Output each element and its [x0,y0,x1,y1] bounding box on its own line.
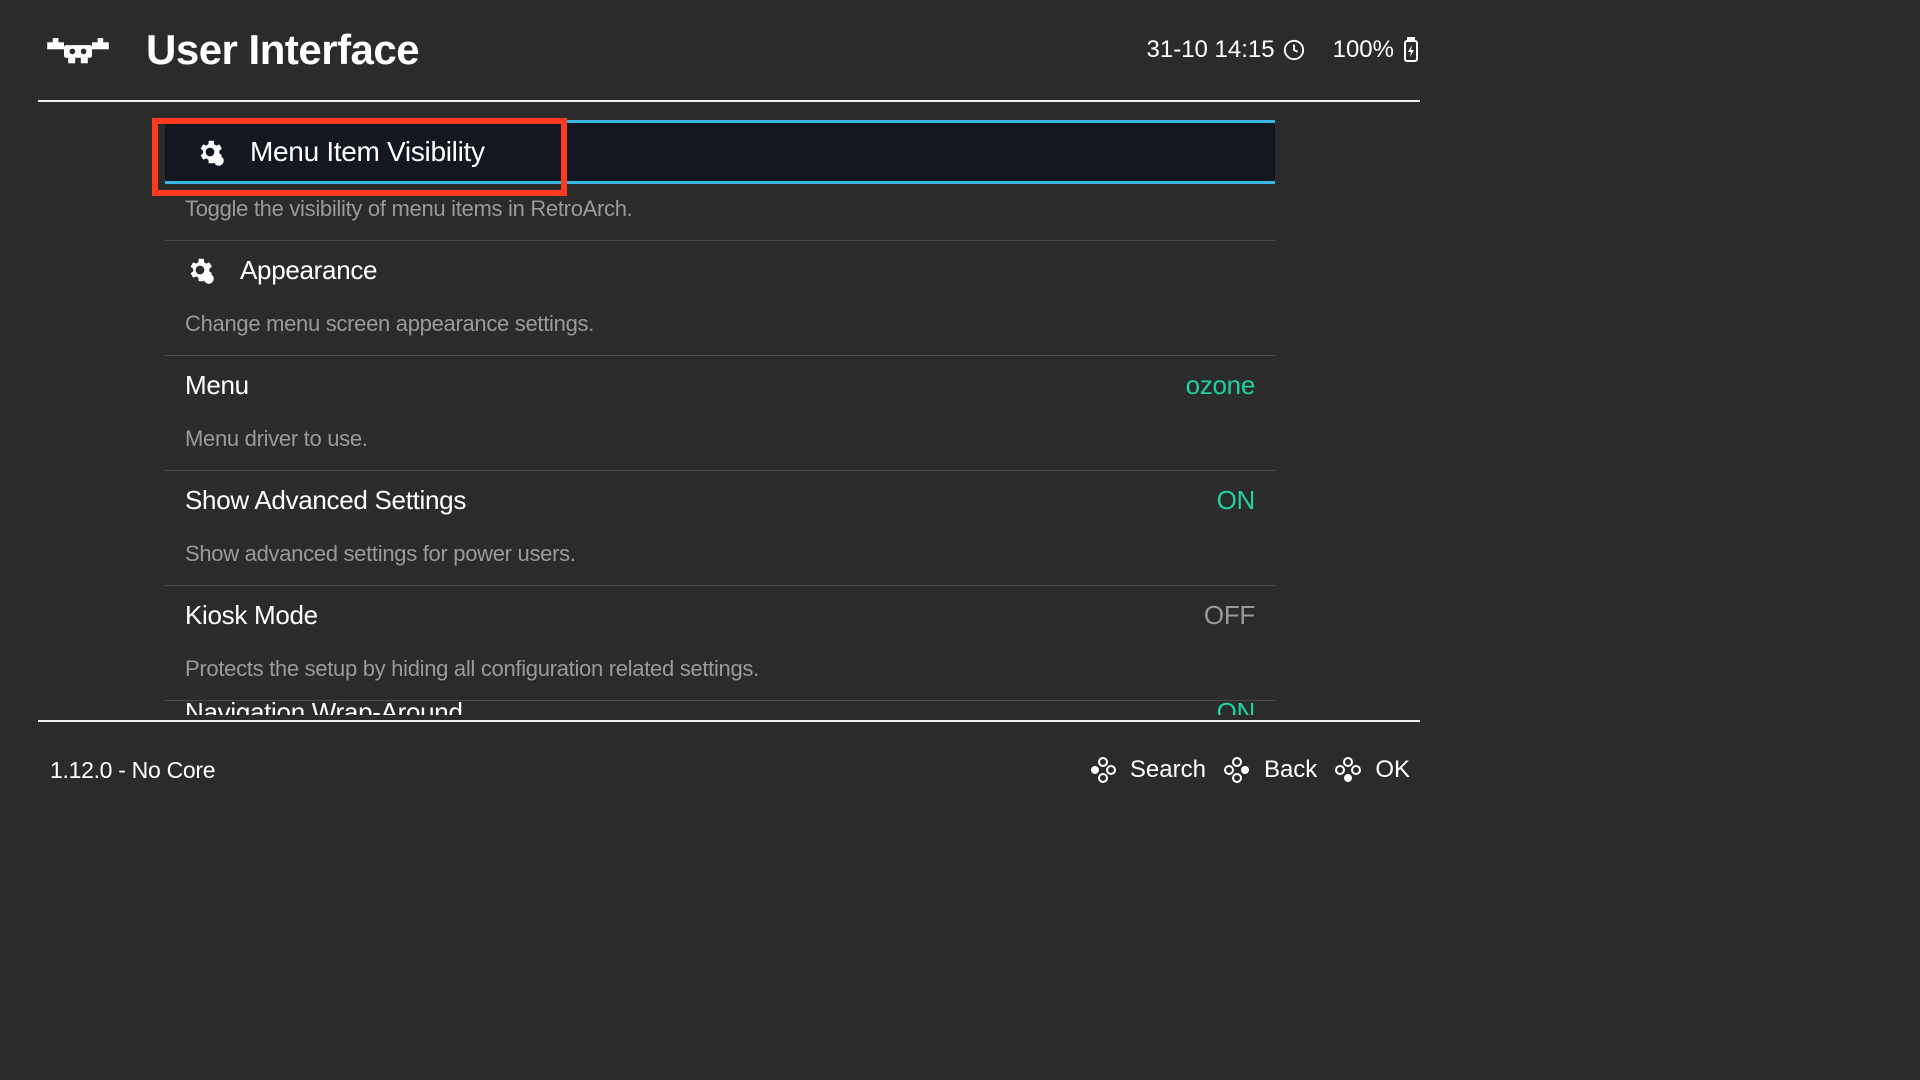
gamepad-b-icon [1220,753,1254,787]
version-text: 1.12.0 - No Core [50,757,215,784]
menu-item-value: ozone [1186,370,1255,401]
page-title: User Interface [146,26,419,74]
menu-item-appearance[interactable]: Appearance Change menu screen appearance… [165,241,1275,356]
header-bar: User Interface 31-10 14:15 100% [38,0,1420,100]
menu-item-label: Kiosk Mode [185,600,1204,631]
gamepad-x-icon [1086,753,1120,787]
settings-icon [185,255,240,285]
hint-search[interactable]: Search [1086,753,1206,787]
menu-item-label: Navigation Wrap-Around [185,701,1217,715]
hint-label: Back [1264,756,1317,784]
menu-item-show-advanced[interactable]: Show Advanced Settings ON Show advanced … [165,471,1275,586]
gamepad-a-icon [1331,753,1365,787]
menu-item-nav-wrap[interactable]: Navigation Wrap-Around ON [165,701,1275,715]
hint-label: Search [1130,756,1206,784]
battery-charging-icon [1402,37,1420,63]
settings-list: Menu Item Visibility Toggle the visibili… [165,120,1275,715]
menu-item-label: Menu Item Visibility [250,136,1255,168]
menu-item-description: Toggle the visibility of menu items in R… [165,184,1275,240]
menu-item-label: Show Advanced Settings [185,485,1217,516]
menu-item-menu-driver[interactable]: Menu ozone Menu driver to use. [165,356,1275,471]
menu-item-label: Menu [185,370,1186,401]
clock-text: 31-10 14:15 [1147,36,1275,64]
hint-back[interactable]: Back [1220,753,1317,787]
menu-item-value: OFF [1204,600,1255,631]
status-area: 31-10 14:15 100% [1147,36,1421,64]
clock-icon [1283,39,1305,61]
menu-item-value: ON [1217,701,1255,715]
menu-item-description: Change menu screen appearance settings. [165,299,1275,355]
footer-bar: 1.12.0 - No Core Search [50,730,1410,810]
settings-icon [195,137,250,167]
menu-item-label: Appearance [240,255,1255,286]
menu-item-value: ON [1217,485,1255,516]
menu-item-description: Menu driver to use. [165,414,1275,470]
menu-item-description: Protects the setup by hiding all configu… [165,644,1275,700]
retroarch-logo-icon [38,25,118,75]
menu-item-description: Show advanced settings for power users. [165,529,1275,585]
battery-text: 100% [1333,36,1394,64]
hint-ok[interactable]: OK [1331,753,1410,787]
hint-label: OK [1375,756,1410,784]
menu-item-visibility[interactable]: Menu Item Visibility Toggle the visibili… [165,120,1275,241]
footer-divider [38,720,1420,722]
menu-item-kiosk-mode[interactable]: Kiosk Mode OFF Protects the setup by hid… [165,586,1275,701]
header-divider [38,100,1420,102]
